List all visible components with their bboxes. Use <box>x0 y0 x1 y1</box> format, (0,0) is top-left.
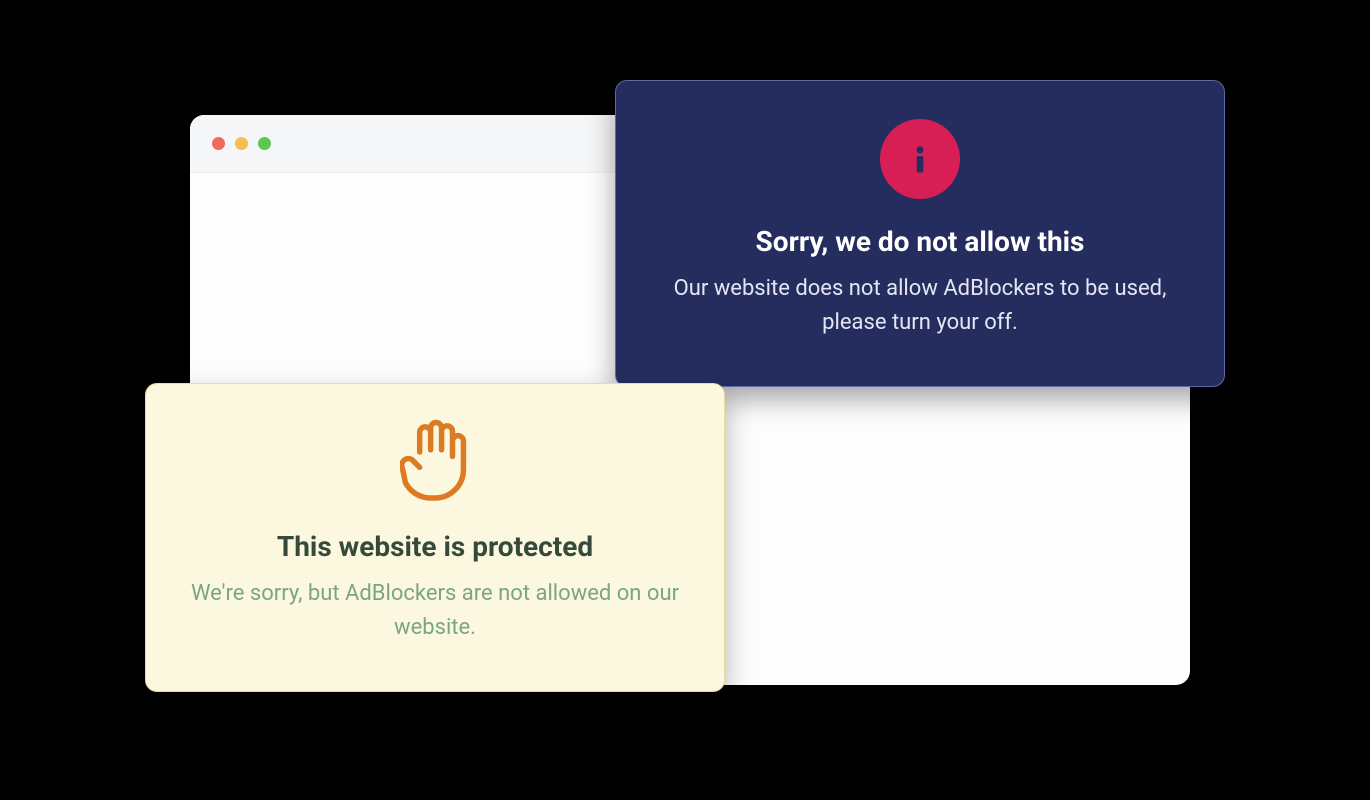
canvas: Sorry, we do not allow this Our website … <box>0 0 1370 800</box>
dark-card-body: Our website does not allow AdBlockers to… <box>656 272 1184 340</box>
adblock-warning-light-card: This website is protected We're sorry, b… <box>145 383 725 692</box>
hand-stop-icon <box>395 418 475 508</box>
window-close-icon[interactable] <box>212 137 225 150</box>
dark-card-title: Sorry, we do not allow this <box>656 225 1184 258</box>
light-card-title: This website is protected <box>186 530 684 563</box>
adblock-warning-dark-card: Sorry, we do not allow this Our website … <box>615 80 1225 387</box>
info-icon <box>880 119 960 199</box>
window-zoom-icon[interactable] <box>258 137 271 150</box>
light-card-body: We're sorry, but AdBlockers are not allo… <box>186 577 684 645</box>
window-minimize-icon[interactable] <box>235 137 248 150</box>
